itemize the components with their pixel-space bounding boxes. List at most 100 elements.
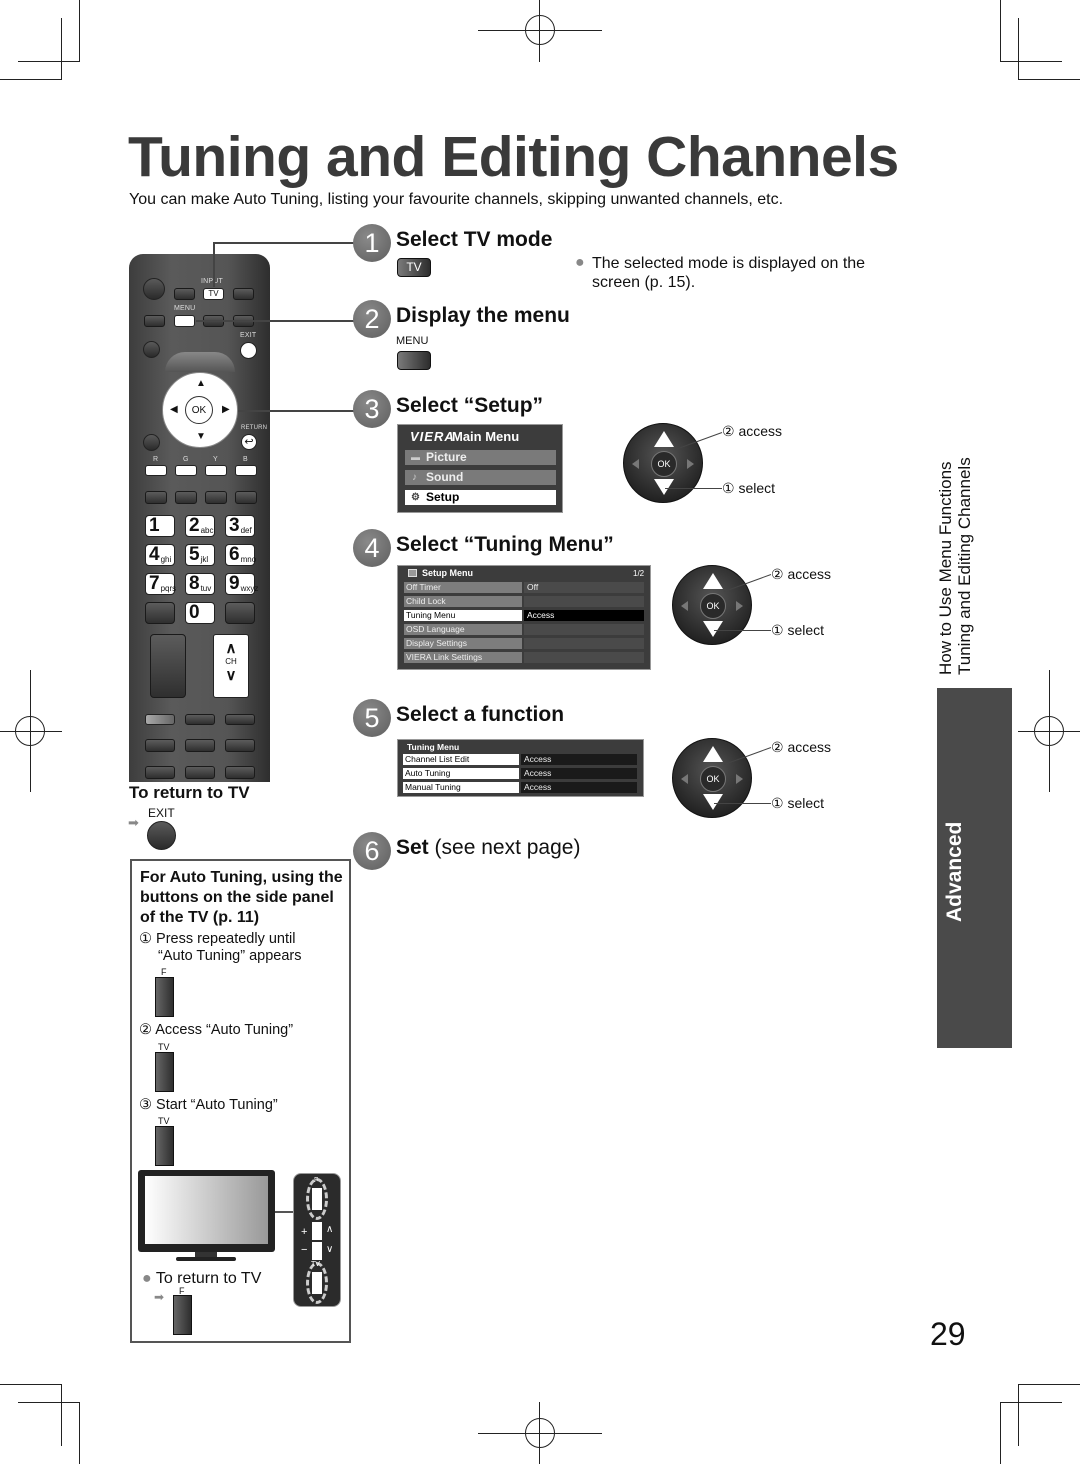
down-arrow-icon[interactable] bbox=[703, 794, 723, 810]
remote-button[interactable] bbox=[143, 434, 160, 451]
remote-button[interactable] bbox=[185, 739, 215, 752]
nav-disc[interactable]: OK bbox=[672, 565, 752, 645]
remote-red-button[interactable] bbox=[145, 465, 167, 476]
down-arrow-icon[interactable] bbox=[654, 479, 674, 495]
remote-number-button[interactable]: 4 ghi bbox=[145, 544, 175, 566]
registration-mark bbox=[15, 716, 45, 746]
tuning-menu-row[interactable]: Auto Tuning Access bbox=[403, 768, 639, 779]
side-up-button[interactable] bbox=[312, 1222, 322, 1240]
remote-number-button[interactable]: 8 tuv bbox=[185, 573, 215, 595]
return-icon[interactable]: ↩ bbox=[241, 434, 257, 450]
nav-disc[interactable]: OK bbox=[623, 423, 703, 503]
remote-number-button[interactable]: 2 abc bbox=[185, 515, 215, 537]
remote-number-button[interactable]: 7 pqrs bbox=[145, 573, 176, 595]
remote-color-label-r: R bbox=[153, 456, 159, 463]
dpad-down-icon[interactable]: ▼ bbox=[196, 432, 206, 442]
remote-exit-button[interactable] bbox=[240, 342, 257, 359]
menu-item-setup[interactable]: ⚙ Setup bbox=[405, 490, 556, 505]
remote-button[interactable] bbox=[185, 766, 215, 779]
menu-button[interactable] bbox=[397, 351, 431, 370]
remote-button[interactable] bbox=[144, 315, 165, 327]
remote-button[interactable] bbox=[145, 491, 167, 504]
menu-item-picture[interactable]: ▬ Picture bbox=[405, 450, 556, 465]
remote-power-button[interactable] bbox=[143, 278, 165, 300]
exit-button[interactable] bbox=[147, 821, 176, 850]
dpad-right-icon[interactable]: ▶ bbox=[222, 405, 230, 415]
remote-menu-button[interactable] bbox=[174, 315, 195, 327]
side-panel-f-button[interactable] bbox=[173, 1295, 192, 1335]
step-title-6-bold: Set bbox=[396, 836, 429, 859]
side-tv-button[interactable] bbox=[312, 1272, 322, 1294]
menu-item-sound[interactable]: ♪ Sound bbox=[405, 470, 556, 485]
down-arrow-icon[interactable] bbox=[703, 621, 723, 637]
remote-button[interactable] bbox=[143, 341, 160, 358]
auto-tuning-step-1: ① Press repeatedly until bbox=[139, 931, 296, 947]
remote-button[interactable] bbox=[235, 491, 257, 504]
tuning-menu-screen: Tuning Menu Channel List Edit Access Auto… bbox=[397, 739, 644, 797]
remote-button[interactable] bbox=[205, 491, 227, 504]
remote-button[interactable] bbox=[174, 288, 195, 300]
tuning-menu-row[interactable]: Manual Tuning Access bbox=[403, 782, 639, 793]
setup-menu-row-selected[interactable]: Tuning Menu Access bbox=[404, 610, 646, 621]
remote-button[interactable] bbox=[185, 714, 215, 725]
remote-number-button[interactable]: 1 bbox=[145, 515, 175, 537]
remote-button[interactable] bbox=[225, 602, 255, 624]
side-tv-label: TV bbox=[311, 1261, 320, 1268]
remote-blue-button[interactable] bbox=[235, 465, 257, 476]
dpad-left-icon[interactable]: ◀ bbox=[170, 405, 178, 415]
setup-menu-row[interactable]: Display Settings bbox=[404, 638, 646, 649]
letters: mno bbox=[240, 555, 257, 564]
remote-yellow-button[interactable] bbox=[205, 465, 227, 476]
remote-button[interactable] bbox=[145, 714, 175, 725]
remote-arc-button[interactable] bbox=[165, 352, 235, 372]
crop-mark bbox=[1000, 0, 1001, 62]
remote-button[interactable] bbox=[233, 288, 254, 300]
dpad-up-icon[interactable]: ▲ bbox=[196, 379, 206, 389]
tv-button[interactable]: TV bbox=[397, 258, 431, 277]
channel-down-icon[interactable]: ∨ bbox=[214, 666, 248, 684]
side-panel-tv-button[interactable] bbox=[155, 1126, 174, 1166]
side-panel-f-button[interactable] bbox=[155, 977, 174, 1017]
side-f-button[interactable] bbox=[312, 1188, 322, 1210]
tuning-menu-row[interactable]: Channel List Edit Access bbox=[403, 754, 639, 765]
setup-menu-row[interactable]: OSD Language bbox=[404, 624, 646, 635]
ok-button[interactable]: OK bbox=[700, 593, 726, 619]
step-1-note: The selected mode is displayed on the sc… bbox=[592, 255, 866, 291]
auto-tuning-step-1-cont: “Auto Tuning” appears bbox=[158, 948, 302, 964]
remote-volume-rocker[interactable] bbox=[150, 634, 186, 698]
remote-tv-button[interactable]: TV bbox=[203, 288, 224, 300]
remote-number-button[interactable]: 3 def bbox=[225, 515, 255, 537]
remote-button[interactable] bbox=[145, 602, 175, 624]
remote-button[interactable] bbox=[225, 714, 255, 725]
remote-number-button[interactable]: 5 jkl bbox=[185, 544, 215, 566]
setup-menu-row[interactable]: Child Lock bbox=[404, 596, 646, 607]
remote-green-button[interactable] bbox=[175, 465, 197, 476]
remote-ok-button[interactable]: OK bbox=[185, 396, 213, 424]
remote-input-label: INPUT bbox=[201, 278, 223, 285]
up-arrow-icon[interactable] bbox=[654, 431, 674, 447]
remote-channel-rocker[interactable]: ∧ CH ∨ bbox=[213, 634, 249, 698]
ok-button[interactable]: OK bbox=[700, 766, 726, 792]
access-label: ② access bbox=[722, 423, 783, 439]
setup-menu-row[interactable]: VIERA Link Settings bbox=[404, 652, 646, 663]
up-arrow-icon[interactable] bbox=[703, 573, 723, 589]
up-arrow-icon[interactable] bbox=[703, 746, 723, 762]
ok-button[interactable]: OK bbox=[651, 451, 677, 477]
remote-button[interactable] bbox=[145, 739, 175, 752]
channel-up-icon[interactable]: ∧ bbox=[214, 639, 248, 657]
remote-button[interactable] bbox=[225, 739, 255, 752]
remote-number-button[interactable]: 0 bbox=[185, 602, 215, 624]
remote-button[interactable] bbox=[225, 766, 255, 779]
remote-button[interactable] bbox=[175, 491, 197, 504]
remote-number-button[interactable]: 9 wxyz bbox=[225, 573, 258, 595]
side-down-button[interactable] bbox=[312, 1242, 322, 1260]
nav-disc[interactable]: OK bbox=[672, 738, 752, 818]
callout-line bbox=[213, 242, 355, 244]
remote-button[interactable] bbox=[145, 766, 175, 779]
remote-number-button[interactable]: 6 mno bbox=[225, 544, 257, 566]
callout-line bbox=[665, 488, 722, 489]
return-note: ● To return to TV bbox=[142, 1270, 261, 1287]
setup-menu-row[interactable]: Off Timer Off bbox=[404, 582, 646, 593]
side-panel-tv-button[interactable] bbox=[155, 1052, 174, 1092]
row-value: Access bbox=[521, 782, 637, 793]
